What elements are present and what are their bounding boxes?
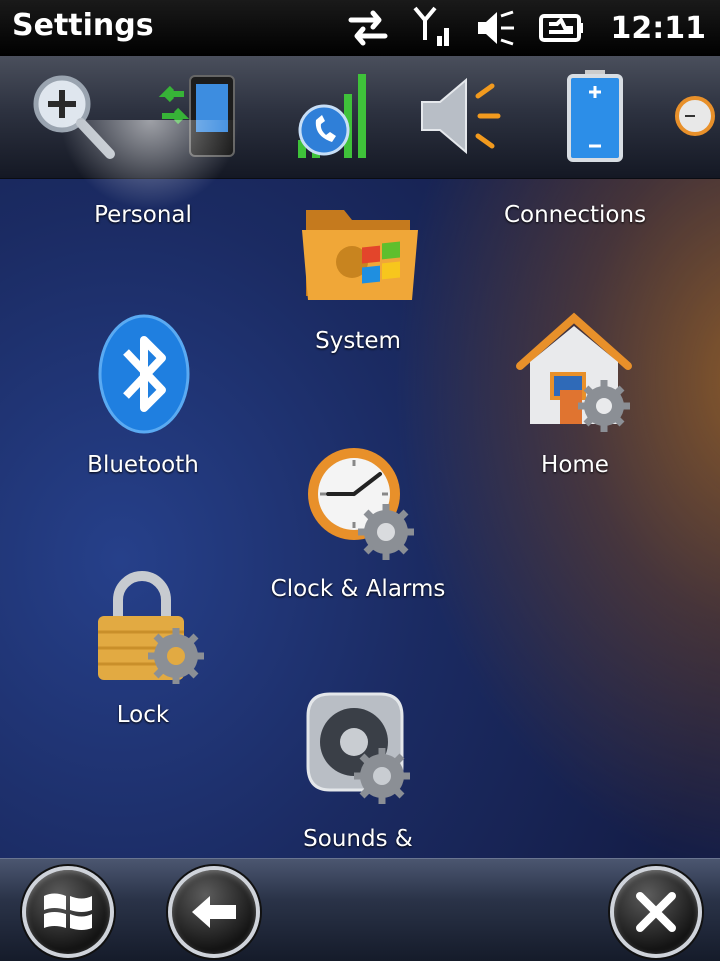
item-connections-label[interactable]: Connections	[504, 202, 646, 228]
item-sounds-label[interactable]: Sounds &	[303, 826, 413, 852]
tab-phone[interactable]	[280, 66, 380, 166]
item-lock[interactable]	[92, 566, 216, 694]
selected-tab-glow	[60, 120, 240, 210]
app-title: Settings	[12, 8, 154, 43]
item-personal-label[interactable]: Personal	[94, 202, 192, 228]
tab-sound[interactable]	[412, 66, 512, 166]
close-button[interactable]	[610, 866, 702, 958]
tab-clock[interactable]	[670, 66, 720, 166]
tab-power[interactable]	[545, 66, 645, 166]
item-clock-alarms[interactable]	[298, 440, 422, 568]
padlock-gear-icon	[98, 571, 204, 684]
windows-logo-icon	[44, 893, 92, 930]
signal-strength-icon	[412, 6, 449, 46]
phone-signal-icon	[298, 74, 366, 158]
start-button[interactable]	[22, 866, 114, 958]
item-clock-alarms-label[interactable]: Clock & Alarms	[271, 576, 446, 602]
item-home-label[interactable]: Home	[541, 452, 609, 478]
clock-gear-icon	[308, 448, 414, 560]
speaker-icon	[421, 77, 501, 155]
item-system[interactable]	[300, 196, 422, 312]
data-transfer-icon	[348, 10, 387, 46]
speaker-gear-icon	[306, 692, 410, 804]
house-gear-icon	[516, 312, 632, 432]
item-system-label[interactable]: System	[315, 328, 401, 354]
item-lock-label[interactable]: Lock	[117, 702, 169, 728]
back-arrow-icon	[192, 896, 236, 928]
volume-muted-icon	[477, 10, 514, 46]
folder-windows-icon	[302, 210, 418, 300]
status-time: 12:11	[610, 10, 707, 46]
close-icon	[636, 892, 676, 932]
clock-partial-icon	[675, 96, 715, 136]
battery-icon	[567, 70, 623, 162]
status-bar: Settings 12:11	[0, 0, 720, 56]
item-bluetooth[interactable]	[96, 312, 192, 440]
bluetooth-icon	[98, 314, 190, 434]
battery-charging-icon	[538, 14, 583, 42]
back-button[interactable]	[168, 866, 260, 958]
item-sounds[interactable]	[298, 686, 422, 814]
status-icons[interactable]: 12:11	[345, 6, 707, 50]
item-bluetooth-label[interactable]: Bluetooth	[87, 452, 199, 478]
item-home[interactable]	[512, 312, 638, 440]
